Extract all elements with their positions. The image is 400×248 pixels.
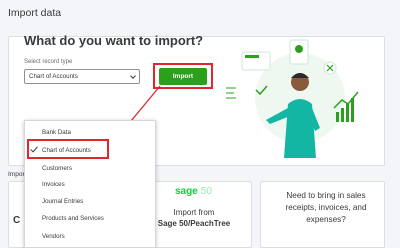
floating-card [241,51,271,71]
import-button[interactable]: Import [159,68,207,85]
dropdown-option-label: Bank Data [42,129,71,136]
dropdown-option-label: Customers [42,165,72,172]
selected-option-highlight [27,139,109,159]
dropdown-option-invoices[interactable]: Invoices [25,177,155,193]
dropdown-option-products-and-services[interactable]: Products and Services [25,211,155,227]
dropdown-option-label: Products and Services [42,215,104,222]
floating-card-line [245,55,259,58]
sales-receipts-text: Need to bring in sales receipts, invoice… [285,191,367,224]
chart-bar [346,104,349,122]
page-title: Import data [8,7,62,19]
import-card-left-letter: C [13,215,21,226]
dropdown-option-journal-entries[interactable]: Journal Entries [25,194,155,210]
record-type-select[interactable]: Chart of Accounts [24,69,140,84]
list-lines [226,87,236,99]
person-illustration [226,39,359,158]
sage-logo: sage 50 [175,186,212,197]
chevron-down-icon [130,73,136,79]
record-type-selected-value: Chart of Accounts [29,73,78,80]
sage-logo-text: sage [175,186,198,197]
chart-bar [341,108,344,122]
chart-bar [336,112,339,122]
dropdown-option-label: Journal Entries [42,198,84,205]
floating-doc-dot [295,45,303,53]
person-body [284,99,316,158]
sales-receipts-card[interactable]: Need to bring in sales receipts, invoice… [260,181,385,248]
dropdown-option-label: Invoices [42,181,65,188]
sage-logo-version: 50 [200,186,212,197]
dropdown-option-vendors[interactable]: Vendors [25,229,155,245]
import-heading: What do you want to import? [24,33,204,48]
dropdown-option-label: Vendors [42,233,65,240]
chart-bar [351,98,354,122]
record-type-label: Select record type [24,59,73,65]
dropdown-option-customers[interactable]: Customers [25,161,155,177]
